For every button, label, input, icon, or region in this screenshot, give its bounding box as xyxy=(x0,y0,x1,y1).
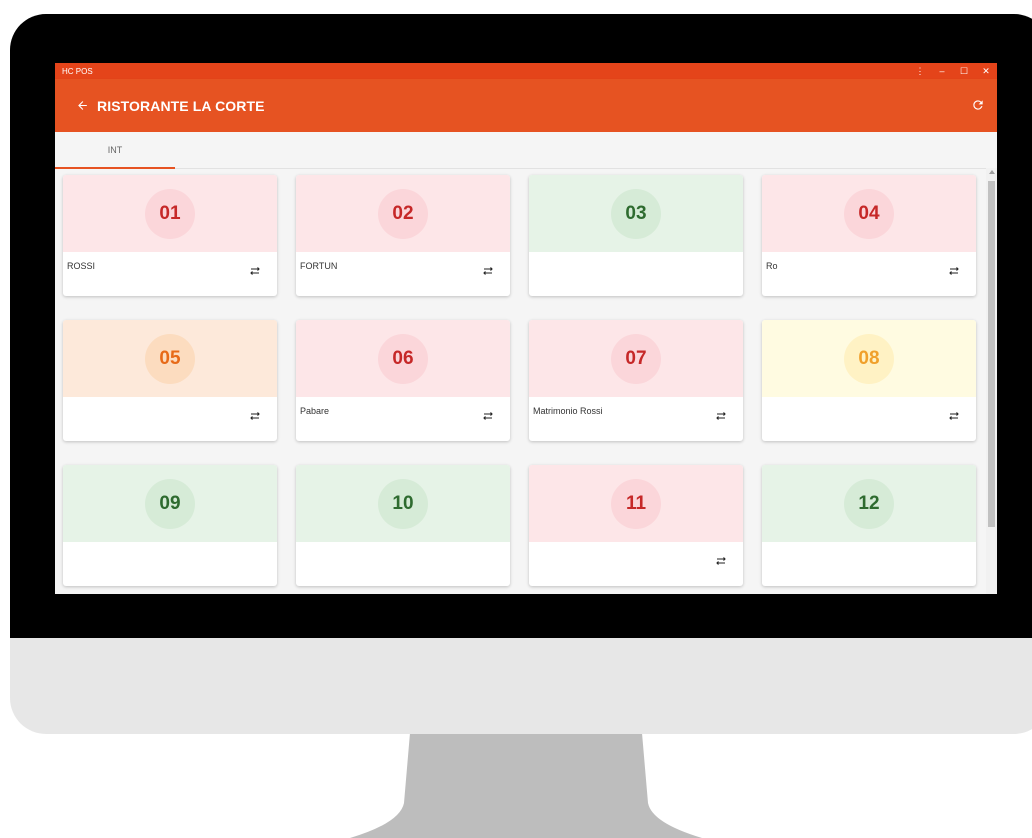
table-name: Pabare xyxy=(300,406,330,416)
table-card-03[interactable]: 03 xyxy=(529,175,743,296)
table-number: 11 xyxy=(611,478,661,529)
table-card-10[interactable]: 10 xyxy=(296,465,510,586)
table-card-12[interactable]: 12 xyxy=(762,465,976,586)
tab-indicator xyxy=(55,167,175,169)
table-number: 03 xyxy=(611,188,661,239)
swap-arrows-icon[interactable] xyxy=(948,411,960,421)
swap-arrows-icon[interactable] xyxy=(249,411,261,421)
table-card-05[interactable]: 05 xyxy=(63,320,277,441)
window-titlebar: HC POS ⋮ – ☐ ✕ xyxy=(55,63,997,79)
scrollbar-thumb[interactable] xyxy=(988,181,995,527)
swap-arrows-icon[interactable] xyxy=(482,411,494,421)
table-card-09[interactable]: 09 xyxy=(63,465,277,586)
window-title: HC POS xyxy=(62,66,93,76)
table-number: 02 xyxy=(378,188,428,239)
swap-arrows-icon[interactable] xyxy=(482,266,494,276)
table-name: FORTUN xyxy=(300,261,338,271)
tab-bar: INT xyxy=(55,132,997,169)
table-number: 12 xyxy=(844,478,894,529)
tab-int[interactable]: INT xyxy=(55,132,175,169)
vertical-scrollbar[interactable] xyxy=(986,168,997,594)
table-name: Ro xyxy=(766,261,778,271)
table-card-04[interactable]: 04 Ro xyxy=(762,175,976,296)
swap-arrows-icon[interactable] xyxy=(249,266,261,276)
table-card-11[interactable]: 11 xyxy=(529,465,743,586)
swap-arrows-icon[interactable] xyxy=(715,411,727,421)
app-window: HC POS ⋮ – ☐ ✕ RISTORANTE LA CORTE INT 0… xyxy=(55,63,997,594)
table-number: 08 xyxy=(844,333,894,384)
table-card-01[interactable]: 01 ROSSI xyxy=(63,175,277,296)
table-card-06[interactable]: 06 Pabare xyxy=(296,320,510,441)
tab-label: INT xyxy=(107,145,123,155)
table-name: Matrimonio Rossi xyxy=(533,406,603,416)
refresh-icon[interactable] xyxy=(971,98,985,112)
arrow-left-icon[interactable] xyxy=(75,99,89,113)
table-number: 01 xyxy=(145,188,195,239)
swap-arrows-icon[interactable] xyxy=(715,556,727,566)
table-card-02[interactable]: 02 FORTUN xyxy=(296,175,510,296)
scroll-up-arrow-icon[interactable] xyxy=(989,170,995,174)
table-number: 05 xyxy=(145,333,195,384)
app-bar: RISTORANTE LA CORTE xyxy=(55,79,997,132)
table-number: 07 xyxy=(611,333,661,384)
table-number: 04 xyxy=(844,188,894,239)
table-number: 10 xyxy=(378,478,428,529)
page-title: RISTORANTE LA CORTE xyxy=(97,97,265,114)
table-card-08[interactable]: 08 xyxy=(762,320,976,441)
window-controls: ⋮ – ☐ ✕ xyxy=(909,63,997,79)
table-card-07[interactable]: 07 Matrimonio Rossi xyxy=(529,320,743,441)
table-number: 06 xyxy=(378,333,428,384)
close-button[interactable]: ✕ xyxy=(975,63,997,79)
monitor-stand xyxy=(350,733,702,838)
maximize-button[interactable]: ☐ xyxy=(953,63,975,79)
swap-arrows-icon[interactable] xyxy=(948,266,960,276)
minimize-button[interactable]: – xyxy=(931,63,953,79)
table-name: ROSSI xyxy=(67,261,96,271)
more-options-icon[interactable]: ⋮ xyxy=(909,63,931,79)
table-number: 09 xyxy=(145,478,195,529)
